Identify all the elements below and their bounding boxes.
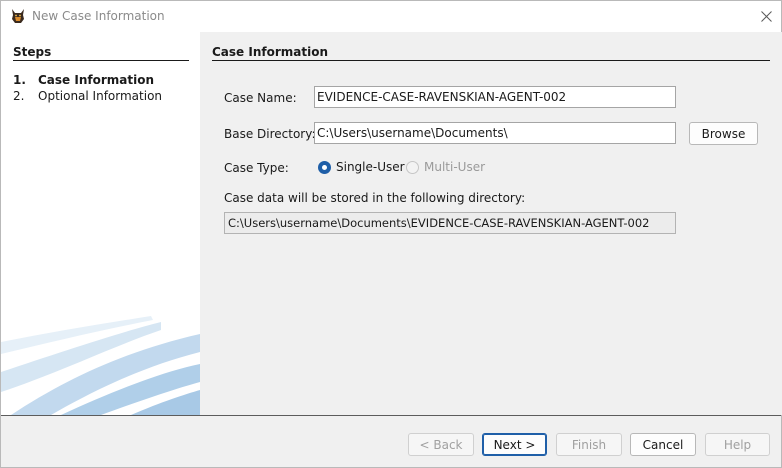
step-label: Optional Information: [38, 89, 163, 103]
steps-title: Steps: [13, 45, 52, 59]
title-bar: New Case Information: [1, 1, 781, 32]
multi-user-radio[interactable]: Multi-User: [406, 160, 485, 174]
steps-pane: Steps 1. Case Information 2. Optional Info…: [1, 32, 200, 415]
step-label: Case Information: [38, 73, 154, 87]
window-title: New Case Information: [32, 9, 165, 23]
step-optional-information: 2. Optional Information: [13, 89, 162, 103]
case-name-input[interactable]: [314, 86, 676, 108]
help-button[interactable]: Help: [705, 433, 770, 456]
next-button[interactable]: Next >: [482, 433, 547, 456]
step-number: 2.: [13, 89, 25, 103]
section-title: Case Information: [212, 45, 328, 59]
radio-selected-indicator: [318, 160, 331, 174]
single-user-label: Single-User: [336, 160, 405, 174]
storage-note: Case data will be stored in the followin…: [224, 191, 526, 205]
decorative-swoosh-graphic: [1, 316, 200, 415]
step-number: 1.: [13, 73, 26, 87]
steps-divider: [13, 60, 189, 61]
case-name-label: Case Name:: [224, 91, 297, 105]
close-icon: [760, 10, 772, 22]
cancel-button[interactable]: Cancel: [630, 433, 696, 456]
base-directory-label: Base Directory:: [224, 127, 316, 141]
new-case-dialog: New Case Information Steps 1. Case Inform…: [0, 0, 782, 468]
radio-unselected-indicator: [406, 160, 419, 174]
multi-user-label: Multi-User: [424, 160, 486, 174]
close-button[interactable]: [753, 4, 779, 28]
case-information-panel: Case Information Case Name: Base Directo…: [200, 32, 782, 415]
step-case-information: 1. Case Information: [13, 73, 154, 87]
storage-path-field: C:\Users\username\Documents\EVIDENCE-CAS…: [224, 212, 676, 234]
back-button[interactable]: < Back: [408, 433, 474, 456]
browse-button[interactable]: Browse: [689, 122, 758, 145]
base-directory-input[interactable]: [314, 122, 676, 144]
finish-button[interactable]: Finish: [556, 433, 622, 456]
single-user-radio[interactable]: Single-User: [318, 160, 405, 174]
section-divider: [212, 60, 770, 61]
wizard-button-bar: < Back Next > Finish Cancel Help: [1, 416, 781, 467]
dog-app-icon: [12, 9, 24, 23]
case-type-label: Case Type:: [224, 161, 289, 175]
